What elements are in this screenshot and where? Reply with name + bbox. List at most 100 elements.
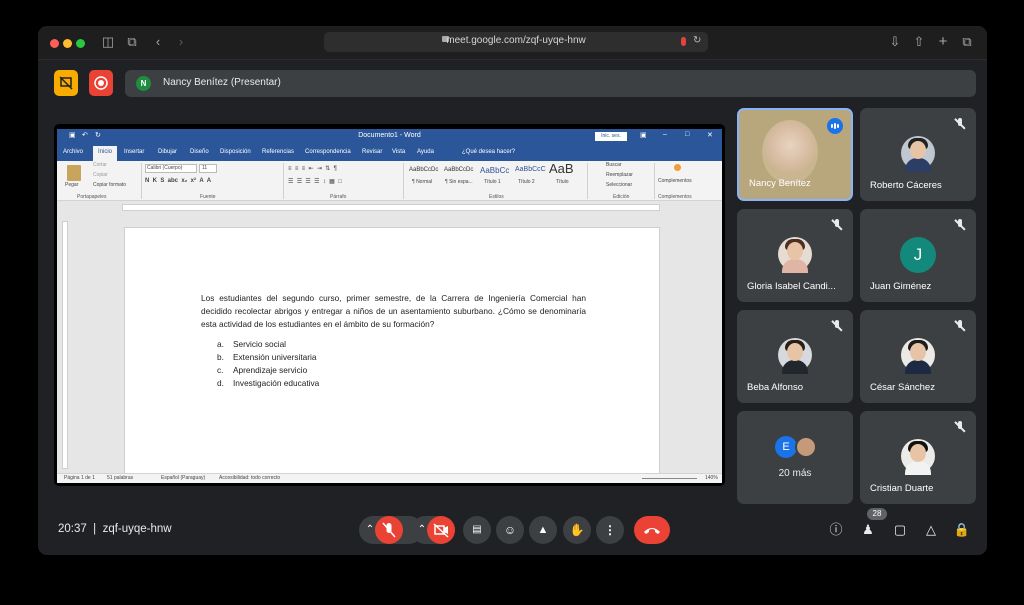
style-normal[interactable]: AaBbCcDc [409, 167, 438, 173]
tab-disposicion[interactable]: Disposición [220, 149, 251, 155]
align-icons[interactable]: ☰ ☰ ☰ ☰ ↕ ▦ □ [288, 178, 342, 185]
muted-mic-icon [954, 219, 966, 231]
tab-correspondencia[interactable]: Correspondencia [305, 149, 351, 155]
page-count[interactable]: Página 1 de 1 [64, 475, 95, 481]
option-d[interactable]: d. Investigación educativa [217, 378, 319, 388]
close-window-button[interactable] [50, 39, 59, 48]
accessibility-status[interactable]: Accesibilidad: todo correcto [219, 475, 280, 481]
reload-icon[interactable]: ↻ [693, 35, 701, 46]
tab-inicio[interactable]: Inicio [93, 146, 118, 161]
tell-me-search[interactable]: ¿Qué desea hacer? [462, 149, 515, 155]
word-count[interactable]: 51 palabras [107, 475, 133, 481]
paste-label[interactable]: Pegar [65, 182, 78, 188]
style-heading1[interactable]: AaBbCc [480, 166, 509, 175]
close-icon[interactable]: ✕ [707, 131, 713, 139]
ribbon-display-icon[interactable]: ▣ [640, 131, 647, 139]
option-a[interactable]: a. Servicio social [217, 339, 286, 349]
tile-nancy-benitez[interactable]: Nancy Benítez [737, 108, 853, 201]
font-size-select[interactable]: 11 [199, 164, 217, 173]
zoom-level[interactable]: 140% [705, 475, 718, 481]
presenter-avatar: N [136, 76, 151, 91]
restore-icon[interactable]: □ [685, 131, 689, 138]
document-page[interactable]: Los estudiantes del segundo curso, prime… [124, 227, 660, 477]
signin-button[interactable]: Inic. ses. [595, 132, 627, 141]
camera-toggle-button[interactable] [427, 516, 455, 544]
group-complementos: Complementos [658, 194, 692, 200]
paste-button[interactable] [67, 165, 81, 181]
tile-juan-gimenez[interactable]: J Juan Giménez [860, 209, 976, 302]
address-bar[interactable]: meet.google.com/zqf-uyqe-hnw ↻ [324, 32, 708, 52]
participant-avatar [778, 237, 812, 273]
microphone-in-use-icon[interactable] [681, 37, 686, 46]
present-button[interactable]: ▲ [529, 516, 557, 544]
font-name-select[interactable]: Calibri (Cuerpo) [145, 164, 197, 173]
forward-icon[interactable]: › [173, 34, 189, 50]
muted-mic-icon [954, 421, 966, 433]
tab-referencias[interactable]: Referencias [262, 149, 294, 155]
tile-gloria-isabel[interactable]: Gloria Isabel Candi... [737, 209, 853, 302]
host-controls-icon[interactable]: 🔒 [953, 521, 971, 539]
browser-toolbar: ◫ ⧉ ‹ › meet.google.com/zqf-uyqe-hnw ↻ ⇩… [38, 26, 987, 60]
replace-button[interactable]: Reemplazar [606, 172, 633, 178]
select-button[interactable]: Seleccionar [606, 182, 632, 188]
cut-button[interactable]: Cortar [93, 162, 107, 168]
question-paragraph[interactable]: Los estudiantes del segundo curso, prime… [201, 292, 586, 331]
tile-beba-alfonso[interactable]: Beba Alfonso [737, 310, 853, 403]
font-format-icons[interactable]: N K S abc x₂ x² A A [145, 178, 211, 184]
tabs-icon[interactable]: ⧉ [959, 34, 975, 50]
microphone-toggle-button[interactable] [375, 516, 403, 544]
meeting-details-icon[interactable]: ⓘ [827, 521, 845, 539]
tile-cesar-sanchez[interactable]: César Sánchez [860, 310, 976, 403]
share-icon[interactable]: ⇧ [911, 34, 927, 50]
raise-hand-button[interactable]: ✋ [563, 516, 591, 544]
find-button[interactable]: Buscar [606, 162, 622, 168]
addins-icon[interactable] [674, 164, 681, 171]
tab-insertar[interactable]: Insertar [124, 149, 144, 155]
style-heading2[interactable]: AaBbCcC [515, 166, 546, 173]
minimize-window-button[interactable] [63, 39, 72, 48]
minimize-icon[interactable]: – [663, 131, 667, 138]
format-painter-button[interactable]: Copiar formato [93, 182, 126, 188]
participant-avatar: J [900, 237, 936, 273]
presenter-bar[interactable]: N Nancy Benítez (Presentar) [125, 70, 976, 97]
participant-name: César Sánchez [870, 382, 935, 393]
download-icon[interactable]: ⇩ [887, 34, 903, 50]
new-tab-icon[interactable]: + [935, 34, 951, 50]
chat-icon[interactable]: ▢ [891, 521, 909, 539]
tab-overview-icon[interactable]: ⧉ [124, 34, 140, 50]
style-title[interactable]: AaB [549, 161, 574, 176]
tab-dibujar[interactable]: Dibujar [158, 149, 177, 155]
tile-roberto-caceres[interactable]: Roberto Cáceres [860, 108, 976, 201]
leave-call-button[interactable] [634, 516, 670, 544]
horizontal-ruler[interactable] [122, 204, 660, 211]
tile-more-participants[interactable]: E 20 más [737, 411, 853, 504]
recording-button[interactable] [89, 70, 113, 96]
option-c[interactable]: c. Aprendizaje servicio [217, 365, 307, 375]
activities-icon[interactable]: △ [922, 521, 940, 539]
option-letter: c. [217, 365, 224, 375]
tab-revisar[interactable]: Revisar [362, 149, 382, 155]
addins-button[interactable]: Complementos [658, 178, 692, 184]
tab-diseno[interactable]: Diseño [190, 149, 209, 155]
option-b[interactable]: b. Extensión universitaria [217, 352, 316, 362]
maximize-window-button[interactable] [76, 39, 85, 48]
tab-ayuda[interactable]: Ayuda [417, 149, 434, 155]
tab-vista[interactable]: Vista [392, 149, 405, 155]
camera-off-icon [433, 523, 449, 538]
stop-presenting-button[interactable] [54, 70, 78, 96]
record-icon [94, 76, 108, 90]
reactions-button[interactable]: ☺ [496, 516, 524, 544]
more-options-button[interactable]: ⋮ [596, 516, 624, 544]
copy-button[interactable]: Copiar [93, 172, 108, 178]
tile-cristian-duarte[interactable]: Cristian Duarte [860, 411, 976, 504]
style-no-spacing[interactable]: AaBbCcDc [444, 167, 473, 173]
zoom-slider[interactable] [642, 478, 697, 479]
paragraph-icons[interactable]: ≡ ≡ ≡ ⇤ ⇥ ⇅ ¶ [288, 165, 337, 172]
back-icon[interactable]: ‹ [150, 34, 166, 50]
vertical-ruler[interactable] [62, 221, 68, 469]
people-icon[interactable]: ♟ [859, 521, 877, 539]
sidebar-icon[interactable]: ◫ [100, 34, 116, 50]
tab-archivo[interactable]: Archivo [63, 149, 83, 155]
captions-button[interactable]: ▤ [463, 516, 491, 544]
language[interactable]: Español (Paraguay) [161, 475, 205, 481]
